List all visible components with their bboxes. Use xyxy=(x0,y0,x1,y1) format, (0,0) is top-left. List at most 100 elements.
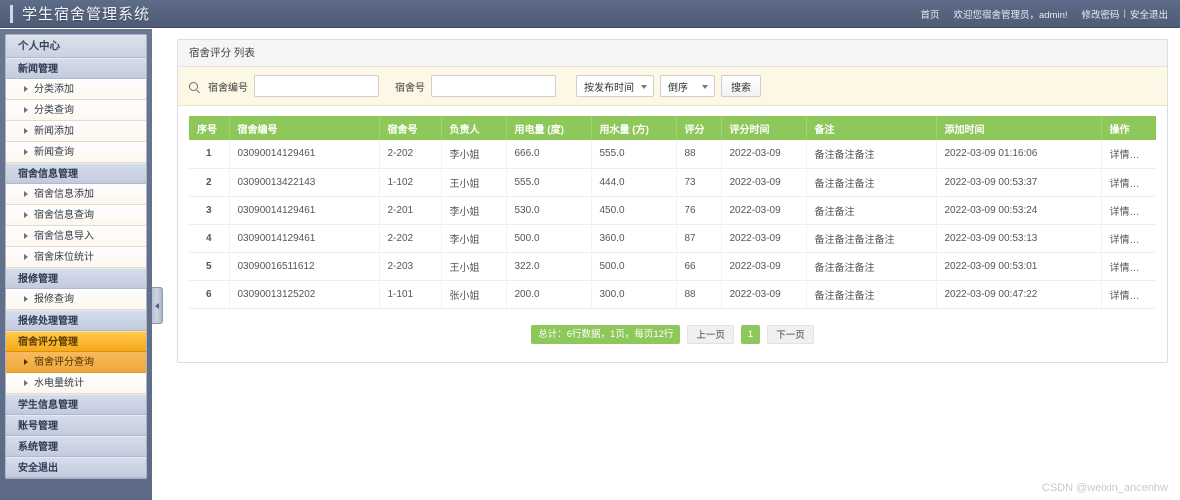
cell-room: 2-202 xyxy=(379,224,442,253)
watermark: CSDN @weixin_ancenhw xyxy=(1041,482,1168,494)
next-page-button[interactable]: 下一页 xyxy=(767,324,814,344)
chevron-left-icon xyxy=(155,302,159,309)
cell-actions: 详情编辑删除 xyxy=(1101,168,1156,197)
cell-add_time: 2022-03-09 00:53:01 xyxy=(936,252,1102,281)
sidebar-group-7[interactable]: 系统管理 xyxy=(6,436,146,457)
triangle-right-icon xyxy=(24,212,28,218)
sort-field-select[interactable]: 按发布时间 xyxy=(576,75,654,97)
sidebar-item-0-3[interactable]: 新闻查询 xyxy=(6,142,146,163)
cell-actions: 详情编辑删除 xyxy=(1101,252,1156,281)
cell-power: 666.0 xyxy=(506,140,592,169)
sidebar: 个人中心 新闻管理 分类添加 分类查询 新闻添加 新闻查询 宿舍信息管理 宿舍信息添加 宿舍信… xyxy=(0,29,152,500)
cell-manager: 李小姐 xyxy=(441,196,507,225)
cell-water: 555.0 xyxy=(591,140,677,169)
detail-action-link[interactable]: 详情 xyxy=(1110,150,1140,161)
detail-action-link[interactable]: 详情 xyxy=(1110,207,1140,218)
cell-score_time: 2022-03-09 xyxy=(721,168,807,197)
cell-power: 200.0 xyxy=(506,280,592,309)
detail-action-link[interactable]: 详情 xyxy=(1110,235,1140,246)
detail-action-link[interactable]: 详情 xyxy=(1110,263,1140,274)
sidebar-item-1-2[interactable]: 宿舍信息导入 xyxy=(6,226,146,247)
triangle-right-icon xyxy=(24,149,28,155)
triangle-right-icon xyxy=(24,107,28,113)
detail-action-link[interactable]: 详情 xyxy=(1110,291,1140,302)
cell-score_time: 2022-03-09 xyxy=(721,252,807,281)
cell-dorm_no: 03090016511612 xyxy=(229,252,380,281)
table-row: 1 03090014129461 2-202 李小姐 666.0 555.0 88 2022-… xyxy=(189,140,1156,169)
cell-add_time: 2022-03-09 00:53:13 xyxy=(936,224,1102,253)
triangle-right-icon xyxy=(24,254,28,260)
current-page-button[interactable]: 1 xyxy=(740,324,761,344)
sidebar-item-4-1[interactable]: 水电量统计 xyxy=(6,373,146,394)
cell-score: 88 xyxy=(676,280,722,309)
header-right-links: 首页 欢迎您宿舍管理员，admin! 修改密码 | 安全退出 xyxy=(906,7,1168,21)
sidebar-item-label: 宿舍床位统计 xyxy=(34,251,94,263)
cell-water: 300.0 xyxy=(591,280,677,309)
cell-score: 87 xyxy=(676,224,722,253)
table-body: 1 03090014129461 2-202 李小姐 666.0 555.0 88 2022-… xyxy=(189,140,1156,309)
cell-dorm_no: 03090013125202 xyxy=(229,280,380,309)
cell-score: 88 xyxy=(676,140,722,169)
cell-water: 450.0 xyxy=(591,196,677,225)
cell-note: 备注备注备注 xyxy=(806,140,937,169)
sidebar-group-2[interactable]: 报修管理 xyxy=(6,268,146,289)
cell-add_time: 2022-03-09 00:53:37 xyxy=(936,168,1102,197)
prev-page-button[interactable]: 上一页 xyxy=(687,324,734,344)
sidebar-item-1-3[interactable]: 宿舍床位统计 xyxy=(6,247,146,268)
sidebar-item-1-0[interactable]: 宿舍信息添加 xyxy=(6,184,146,205)
cell-dorm_no: 03090014129461 xyxy=(229,224,380,253)
dorm-no-input[interactable] xyxy=(254,75,379,97)
cell-idx: 6 xyxy=(189,280,230,309)
pagination: 总计：6行数据，1页，每页12行 上一页 1 下一页 xyxy=(178,309,1167,362)
table-header-cell-8: 备注 xyxy=(806,116,937,140)
sidebar-group-8[interactable]: 安全退出 xyxy=(6,457,146,478)
table-header-cell-0: 序号 xyxy=(189,116,230,140)
sidebar-item-0-0[interactable]: 分类添加 xyxy=(6,79,146,100)
sidebar-item-0-2[interactable]: 新闻添加 xyxy=(6,121,146,142)
filter-toolbar: 宿舍编号 宿舍号 按发布时间 倒序 搜索 xyxy=(178,67,1167,106)
search-icon xyxy=(189,81,198,91)
sidebar-group-0[interactable]: 新闻管理 xyxy=(6,58,146,79)
sidebar-group-6[interactable]: 账号管理 xyxy=(6,415,146,436)
sidebar-collapse-handle[interactable] xyxy=(152,287,163,324)
detail-action-link[interactable]: 详情 xyxy=(1110,179,1140,190)
sidebar-item-label: 报修查询 xyxy=(34,293,74,305)
search-button[interactable]: 搜索 xyxy=(721,75,761,97)
table-header-cell-10: 操作 xyxy=(1101,116,1156,140)
cell-score_time: 2022-03-09 xyxy=(721,196,807,225)
sidebar-group-5[interactable]: 学生信息管理 xyxy=(6,394,146,415)
sidebar-item-0-1[interactable]: 分类查询 xyxy=(6,100,146,121)
cell-score_time: 2022-03-09 xyxy=(721,140,807,169)
sidebar-group-3[interactable]: 报修处理管理 xyxy=(6,310,146,331)
cell-note: 备注备注备注 xyxy=(806,252,937,281)
cell-manager: 王小姐 xyxy=(441,252,507,281)
sidebar-item-4-0[interactable]: 宿舍评分查询 xyxy=(6,352,146,373)
cell-note: 备注备注 xyxy=(806,196,937,225)
table-header-cell-2: 宿舍号 xyxy=(379,116,442,140)
sort-order-select[interactable]: 倒序 xyxy=(660,75,715,97)
table-header-cell-9: 添加时间 xyxy=(936,116,1102,140)
cell-score: 73 xyxy=(676,168,722,197)
score-list-panel: 宿舍评分 列表 宿舍编号 宿舍号 按发布时间 倒序 搜索 序号 宿舍编号 宿舍号 负责… xyxy=(177,39,1168,363)
logout-link[interactable]: 安全退出 xyxy=(1130,7,1168,21)
home-link[interactable]: 首页 xyxy=(920,7,939,21)
table-header-cell-7: 评分时间 xyxy=(721,116,807,140)
table-container: 序号 宿舍编号 宿舍号 负责人 用电量 (度) 用水量 (方) 评分 评分时间 备注 添加时间 操作… xyxy=(178,106,1167,309)
room-no-input[interactable] xyxy=(431,75,556,97)
sidebar-item-label: 宿舍信息添加 xyxy=(34,188,94,200)
cell-room: 2-202 xyxy=(379,140,442,169)
sidebar-group-4[interactable]: 宿舍评分管理 xyxy=(6,331,146,352)
cell-manager: 王小姐 xyxy=(441,168,507,197)
sidebar-group-1[interactable]: 宿舍信息管理 xyxy=(6,163,146,184)
sidebar-menu-body: 新闻管理 分类添加 分类查询 新闻添加 新闻查询 宿舍信息管理 宿舍信息添加 宿舍信息查询 宿舍… xyxy=(6,58,146,478)
cell-score_time: 2022-03-09 xyxy=(721,280,807,309)
table-header-cell-4: 用电量 (度) xyxy=(506,116,592,140)
sidebar-item-1-1[interactable]: 宿舍信息查询 xyxy=(6,205,146,226)
cell-power: 322.0 xyxy=(506,252,592,281)
cell-manager: 李小姐 xyxy=(441,224,507,253)
pagination-summary: 总计：6行数据，1页，每页12行 xyxy=(531,324,681,344)
sidebar-item-2-0[interactable]: 报修查询 xyxy=(6,289,146,310)
change-password-link[interactable]: 修改密码 xyxy=(1082,7,1120,21)
cell-water: 444.0 xyxy=(591,168,677,197)
sidebar-item-label: 宿舍评分查询 xyxy=(34,356,94,368)
